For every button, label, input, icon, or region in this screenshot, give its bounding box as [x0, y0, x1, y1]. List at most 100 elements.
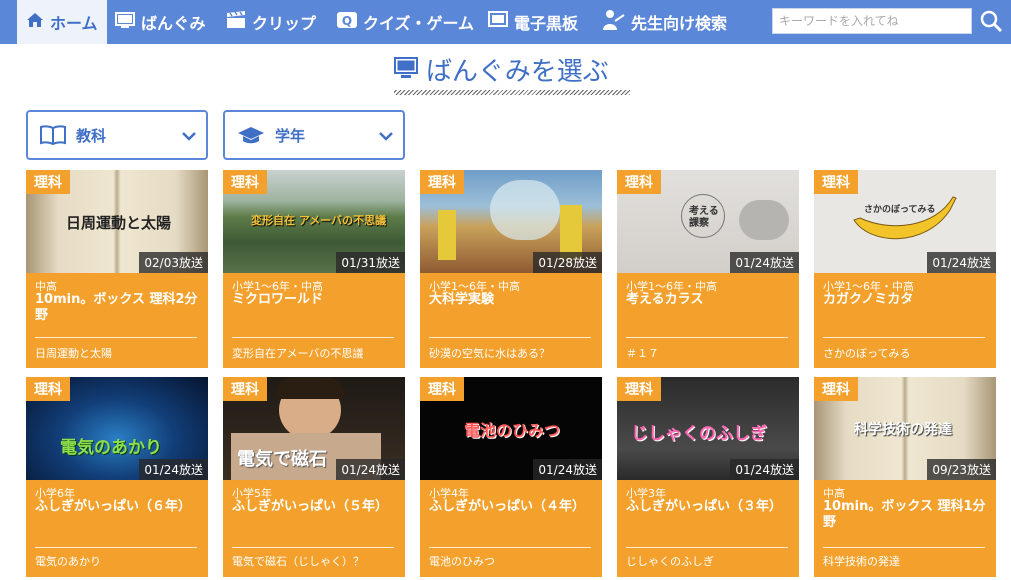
broadcast-date: 01/24放送 [730, 459, 799, 480]
program-title: 考えるカラス [626, 292, 704, 307]
program-card[interactable]: 電気で磁石 理科 01/24放送 小学5年 ふしぎがいっぱい（５年） 電気で磁石… [223, 377, 405, 577]
episode-title: 砂漠の空気に水はある？ [429, 347, 550, 360]
broadcast-date: 01/24放送 [730, 252, 799, 273]
program-title: ミクロワールド [232, 292, 324, 307]
search-input[interactable] [772, 8, 972, 34]
broadcast-date: 01/31放送 [336, 252, 405, 273]
program-thumbnail: さかのぼってみる 理科 01/24放送 [814, 170, 996, 273]
nav-clip[interactable]: クリップ [226, 0, 316, 44]
thumbnail-caption: 日周運動と太陽 [66, 214, 172, 232]
episode-title: じしゃくのふしぎ [626, 555, 714, 568]
subject-badge: 理科 [223, 377, 267, 401]
program-thumbnail: 電気のあかり 理科 01/24放送 [26, 377, 208, 480]
divider [232, 337, 394, 338]
subject-badge: 理科 [223, 170, 267, 194]
person-silhouette [438, 210, 456, 260]
subject-badge: 理科 [617, 170, 661, 194]
search-icon [980, 10, 1003, 33]
grade-filter-dropdown[interactable]: 学年 [223, 110, 405, 160]
program-thumbnail: 日周運動と太陽 理科 02/03放送 [26, 170, 208, 273]
nav-bangumi-label: ばんぐみ [141, 14, 206, 33]
program-thumbnail: 考える 課察 理科 01/24放送 [617, 170, 799, 273]
episode-title: 日周運動と太陽 [35, 347, 112, 360]
broadcast-date: 01/28放送 [533, 252, 602, 273]
nav-home-label: ホーム [50, 14, 98, 33]
divider [823, 547, 985, 548]
page-title-block: ばんぐみを選ぶ [394, 50, 630, 96]
divider [35, 547, 197, 548]
nav-quiz-label: クイズ・ゲーム [363, 14, 475, 33]
program-title: 10min。ボックス 理科2分野 [35, 292, 198, 323]
program-thumbnail: 科学技術の発達 理科 09/23放送 [814, 377, 996, 480]
chevron-down-icon [379, 126, 393, 145]
subject-filter-dropdown[interactable]: 教科 [26, 110, 208, 160]
monitor-icon [394, 56, 418, 86]
program-card[interactable]: 日周運動と太陽 理科 02/03放送 中高 10min。ボックス 理科2分野 日… [26, 170, 208, 368]
nav-bangumi[interactable]: ばんぐみ [115, 0, 205, 44]
balloon-shape [490, 180, 560, 240]
divider [35, 337, 197, 338]
program-card[interactable]: 理科 01/28放送 小学1〜6年・中高 大科学実験 砂漠の空気に水はある？ [420, 170, 602, 368]
grade-filter-label: 学年 [275, 126, 306, 145]
program-card[interactable]: じしゃくのふしぎ 理科 01/24放送 小学3年 ふしぎがいっぱい（３年） じし… [617, 377, 799, 577]
broadcast-date: 09/23放送 [927, 459, 996, 480]
chevron-down-icon [182, 126, 196, 145]
program-thumbnail: 電気で磁石 理科 01/24放送 [223, 377, 405, 480]
title-underline [394, 90, 630, 95]
search-button[interactable] [978, 8, 1004, 34]
thumbnail-caption: 科学技術の発達 [854, 422, 952, 438]
episode-title: ＃１７ [626, 347, 659, 360]
nav-teacher-search[interactable]: 先生向け検索 [601, 0, 727, 44]
broadcast-date: 01/24放送 [927, 252, 996, 273]
home-icon [26, 12, 44, 32]
nav-quiz-game[interactable]: Q クイズ・ゲーム [337, 0, 474, 44]
subject-badge: 理科 [814, 377, 858, 401]
nav-blackboard[interactable]: 電子黒板 [488, 0, 578, 44]
episode-title: 科学技術の発達 [823, 555, 900, 568]
program-thumbnail: 変形自在 アメーバの不思議 理科 01/31放送 [223, 170, 405, 273]
child-hair [275, 377, 345, 399]
thumbnail-caption: 電気で磁石 [237, 449, 327, 470]
subject-badge: 理科 [26, 377, 70, 401]
program-title: 10min。ボックス 理科1分野 [823, 499, 986, 530]
subject-badge: 理科 [814, 170, 858, 194]
monitor-icon [115, 11, 135, 33]
program-title: ふしぎがいっぱい（６年） [35, 499, 192, 514]
episode-title: 電気のあかり [35, 555, 101, 568]
broadcast-date: 01/24放送 [336, 459, 405, 480]
program-card[interactable]: 科学技術の発達 理科 09/23放送 中高 10min。ボックス 理科1分野 科… [814, 377, 996, 577]
subject-badge: 理科 [420, 170, 464, 194]
thumbnail-caption: じしゃくのふしぎ [631, 424, 767, 444]
program-thumbnail: 電池のひみつ 理科 01/24放送 [420, 377, 602, 480]
divider [626, 547, 788, 548]
thumbnail-caption: 変形自在 アメーバの不思議 [251, 214, 387, 227]
program-card[interactable]: 電気のあかり 理科 01/24放送 小学6年 ふしぎがいっぱい（６年） 電気のあ… [26, 377, 208, 577]
episode-title: 電気で磁石（じしゃく）？ [232, 555, 364, 568]
thumbnail-caption: 電気のあかり [60, 438, 162, 458]
thumbnail-caption: 考える 課察 [689, 206, 719, 229]
divider [823, 337, 985, 338]
page-title: ばんぐみを選ぶ [426, 56, 609, 87]
subject-filter-label: 教科 [76, 126, 107, 145]
object-shape [739, 200, 789, 240]
divider [429, 337, 591, 338]
thumbnail-caption: 電池のひみつ [464, 421, 561, 440]
program-title: ふしぎがいっぱい（４年） [429, 499, 586, 514]
program-card[interactable]: 電池のひみつ 理科 01/24放送 小学4年 ふしぎがいっぱい（４年） 電池のひ… [420, 377, 602, 577]
program-title: 大科学実験 [429, 292, 495, 307]
program-thumbnail: じしゃくのふしぎ 理科 01/24放送 [617, 377, 799, 480]
program-card[interactable]: 考える 課察 理科 01/24放送 小学1〜6年・中高 考えるカラス ＃１７ [617, 170, 799, 368]
broadcast-date: 02/03放送 [139, 252, 208, 273]
subject-badge: 理科 [26, 170, 70, 194]
program-card[interactable]: 変形自在 アメーバの不思議 理科 01/31放送 小学1〜6年・中高 ミクロワー… [223, 170, 405, 368]
clapperboard-icon [226, 11, 246, 33]
subject-badge: 理科 [420, 377, 464, 401]
teacher-icon [601, 9, 625, 35]
program-card[interactable]: さかのぼってみる 理科 01/24放送 小学1〜6年・中高 カガクノミカタ さか… [814, 170, 996, 368]
blackboard-icon [488, 11, 508, 33]
graduation-cap-icon [237, 125, 265, 145]
divider [626, 337, 788, 338]
nav-home[interactable]: ホーム [17, 0, 107, 44]
episode-title: 電池のひみつ [429, 555, 495, 568]
nav-blackboard-label: 電子黒板 [514, 14, 579, 33]
